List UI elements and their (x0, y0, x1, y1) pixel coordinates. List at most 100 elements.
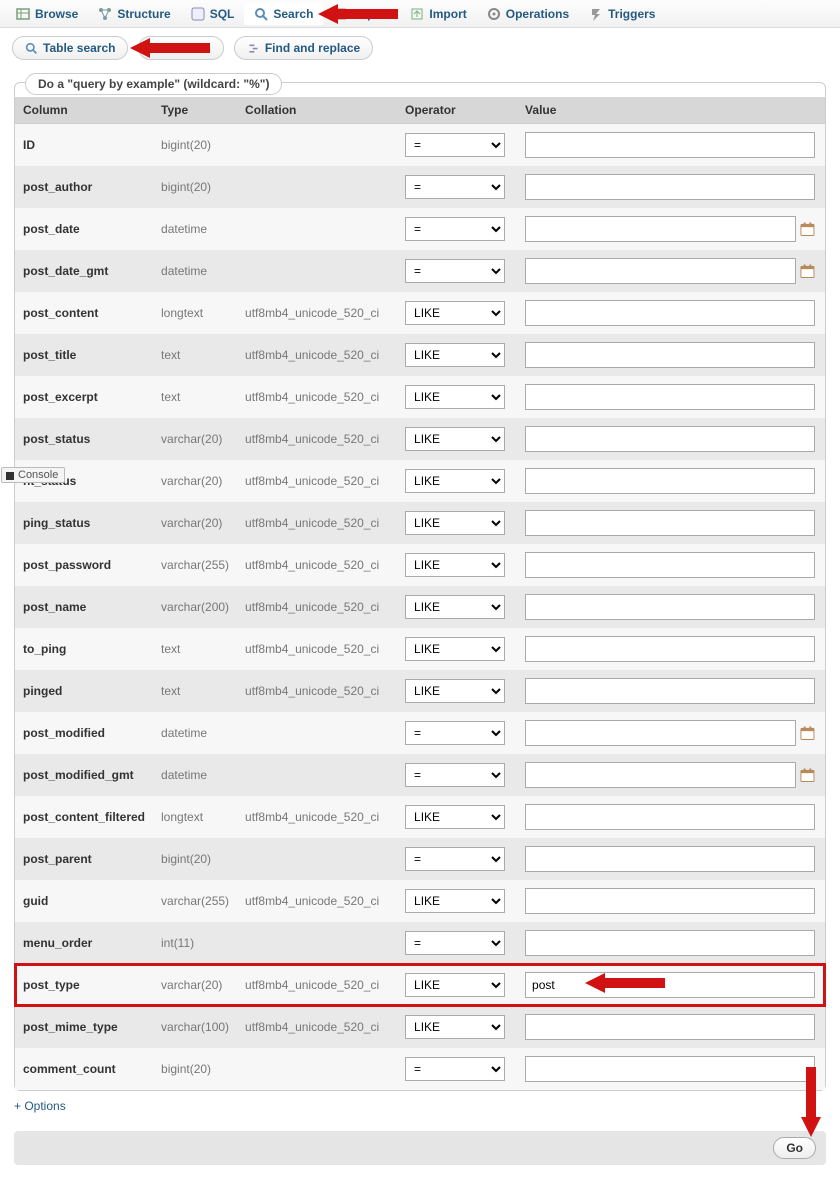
value-input[interactable] (525, 342, 815, 368)
value-input[interactable] (525, 468, 815, 494)
operator-select[interactable]: = (405, 931, 505, 955)
calendar-icon[interactable] (800, 725, 815, 741)
col-name: post_password (15, 544, 153, 586)
tab-browse[interactable]: Browse (6, 3, 88, 25)
find-replace-button[interactable]: Find and replace (234, 36, 373, 60)
row-post_content_filtered: post_content_filteredlongtextutf8mb4_uni… (15, 796, 825, 838)
col-collation: utf8mb4_unicode_520_ci (237, 796, 397, 838)
operator-select[interactable]: = (405, 1057, 505, 1081)
operator-select[interactable]: = (405, 847, 505, 871)
row-comment_status: nt_statusvarchar(20)utf8mb4_unicode_520_… (15, 460, 825, 502)
tab-export[interactable]: Export (323, 3, 400, 25)
tab-search[interactable]: Search (244, 3, 323, 25)
value-input[interactable] (525, 1056, 815, 1082)
tab-label: Export (352, 7, 390, 21)
row-post_date: post_datedatetime= (15, 208, 825, 250)
value-input[interactable] (525, 300, 815, 326)
calendar-icon[interactable] (800, 767, 815, 783)
value-input[interactable] (525, 720, 796, 746)
col-type: bigint(20) (153, 124, 237, 167)
col-collation: utf8mb4_unicode_520_ci (237, 418, 397, 460)
zoom-search-button[interactable]: arch (138, 36, 223, 60)
col-type: text (153, 376, 237, 418)
col-collation: utf8mb4_unicode_520_ci (237, 460, 397, 502)
zoom-search-label-fragment: arch (185, 41, 210, 55)
operator-select[interactable]: = (405, 133, 505, 157)
operator-select[interactable]: LIKE (405, 343, 505, 367)
col-collation: utf8mb4_unicode_520_ci (237, 880, 397, 922)
operator-select[interactable]: LIKE (405, 1015, 505, 1039)
table-search-button[interactable]: Table search (12, 36, 128, 60)
operator-select[interactable]: LIKE (405, 427, 505, 451)
col-name: post_date (15, 208, 153, 250)
operator-select[interactable]: LIKE (405, 511, 505, 535)
operator-select[interactable]: = (405, 763, 505, 787)
col-type: varchar(20) (153, 418, 237, 460)
value-input[interactable] (525, 258, 796, 284)
row-post_name: post_namevarchar(200)utf8mb4_unicode_520… (15, 586, 825, 628)
go-button[interactable]: Go (773, 1137, 816, 1159)
col-type: text (153, 334, 237, 376)
tab-triggers[interactable]: Triggers (579, 3, 665, 25)
value-input[interactable] (525, 552, 815, 578)
tab-sql[interactable]: SQL (181, 3, 245, 25)
value-input[interactable] (525, 132, 815, 158)
operator-select[interactable]: LIKE (405, 553, 505, 577)
value-input[interactable] (525, 636, 815, 662)
operator-select[interactable]: LIKE (405, 679, 505, 703)
find-replace-icon (247, 42, 260, 55)
operator-select[interactable]: = (405, 175, 505, 199)
value-input[interactable] (525, 384, 815, 410)
search-table: Column Type Collation Operator Value IDb… (15, 97, 825, 1090)
operator-select[interactable]: LIKE (405, 805, 505, 829)
operator-select[interactable]: LIKE (405, 637, 505, 661)
footer: + Options (0, 1091, 840, 1127)
operator-select[interactable]: LIKE (405, 301, 505, 325)
col-value (517, 838, 825, 880)
operator-select[interactable]: LIKE (405, 973, 505, 997)
value-input[interactable] (525, 1014, 815, 1040)
col-operator: LIKE (397, 586, 517, 628)
operator-select[interactable]: LIKE (405, 595, 505, 619)
col-operator: LIKE (397, 376, 517, 418)
tab-operations[interactable]: Operations (477, 3, 579, 25)
calendar-icon[interactable] (800, 263, 815, 279)
value-input[interactable] (525, 216, 796, 242)
value-input[interactable] (525, 594, 815, 620)
col-type: int(11) (153, 922, 237, 964)
col-type: varchar(255) (153, 544, 237, 586)
col-type: text (153, 628, 237, 670)
tab-structure[interactable]: Structure (88, 3, 180, 25)
value-input[interactable] (525, 930, 815, 956)
header-value: Value (517, 97, 825, 124)
console-badge[interactable]: Console (1, 467, 65, 483)
options-link[interactable]: + Options (14, 1099, 66, 1113)
value-input[interactable] (525, 888, 815, 914)
operator-select[interactable]: LIKE (405, 889, 505, 913)
col-collation: utf8mb4_unicode_520_ci (237, 670, 397, 712)
value-input[interactable] (525, 804, 815, 830)
value-input[interactable] (525, 762, 796, 788)
value-input[interactable] (525, 174, 815, 200)
value-input[interactable] (525, 972, 815, 998)
operator-select[interactable]: LIKE (405, 385, 505, 409)
col-type: varchar(20) (153, 460, 237, 502)
col-operator: LIKE (397, 1006, 517, 1048)
col-name: comment_count (15, 1048, 153, 1090)
col-type: varchar(255) (153, 880, 237, 922)
col-name: to_ping (15, 628, 153, 670)
col-operator: LIKE (397, 670, 517, 712)
value-input[interactable] (525, 846, 815, 872)
value-input[interactable] (525, 510, 815, 536)
value-input[interactable] (525, 678, 815, 704)
calendar-icon[interactable] (800, 221, 815, 237)
col-name: post_modified (15, 712, 153, 754)
operator-select[interactable]: LIKE (405, 469, 505, 493)
operator-select[interactable]: = (405, 721, 505, 745)
card-legend: Do a "query by example" (wildcard: "%") (25, 73, 282, 95)
col-operator: LIKE (397, 796, 517, 838)
operator-select[interactable]: = (405, 217, 505, 241)
operator-select[interactable]: = (405, 259, 505, 283)
value-input[interactable] (525, 426, 815, 452)
tab-import[interactable]: Import (400, 3, 476, 25)
